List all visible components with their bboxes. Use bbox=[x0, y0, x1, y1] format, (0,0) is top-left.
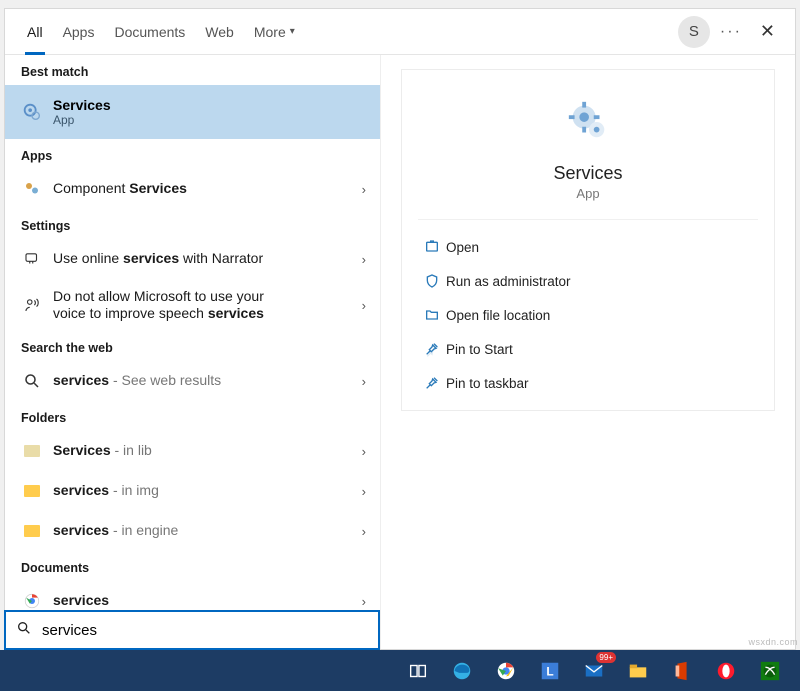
mail-badge: 99+ bbox=[596, 652, 616, 663]
action-pin-start[interactable]: Pin to Start bbox=[418, 332, 758, 366]
narrator-icon bbox=[21, 250, 43, 268]
task-view-icon[interactable] bbox=[398, 650, 438, 691]
open-icon bbox=[418, 239, 446, 255]
chevron-right-icon: › bbox=[362, 484, 366, 499]
result-folder-img[interactable]: services - in img › bbox=[5, 471, 380, 511]
result-speech-services[interactable]: Do not allow Microsoft to use yourvoice … bbox=[5, 279, 380, 331]
result-web-services[interactable]: services - See web results › bbox=[5, 361, 380, 401]
office-icon[interactable] bbox=[662, 650, 702, 691]
tabs-bar: All Apps Documents Web More▾ S ··· ✕ bbox=[5, 9, 795, 55]
tab-apps[interactable]: Apps bbox=[53, 9, 105, 55]
section-best-match: Best match bbox=[5, 55, 380, 85]
result-folder-lib[interactable]: Services - in lib › bbox=[5, 431, 380, 471]
services-hero-icon bbox=[565, 98, 611, 149]
preview-sub: App bbox=[576, 186, 599, 201]
speech-icon bbox=[21, 296, 43, 314]
xbox-icon[interactable] bbox=[750, 650, 790, 691]
tab-web[interactable]: Web bbox=[195, 9, 244, 55]
services-gear-icon bbox=[21, 101, 43, 123]
result-folder-engine[interactable]: services - in engine › bbox=[5, 511, 380, 551]
result-narrator-services[interactable]: Use online services with Narrator › bbox=[5, 239, 380, 279]
action-run-admin[interactable]: Run as administrator bbox=[418, 264, 758, 298]
folder-location-icon bbox=[418, 307, 446, 323]
admin-shield-icon bbox=[418, 273, 446, 289]
best-match-title: Services bbox=[53, 97, 111, 113]
chevron-right-icon: › bbox=[362, 524, 366, 539]
edge-icon[interactable] bbox=[442, 650, 482, 691]
close-icon[interactable]: ✕ bbox=[752, 21, 783, 42]
chevron-right-icon: › bbox=[362, 252, 366, 267]
opera-icon[interactable] bbox=[706, 650, 746, 691]
action-open[interactable]: Open bbox=[418, 230, 758, 264]
pin-icon bbox=[418, 341, 446, 357]
action-pin-taskbar[interactable]: Pin to taskbar bbox=[418, 366, 758, 400]
chevron-right-icon: › bbox=[362, 298, 366, 313]
search-window: All Apps Documents Web More▾ S ··· ✕ Bes… bbox=[4, 8, 796, 650]
pin-icon bbox=[418, 375, 446, 391]
search-box[interactable] bbox=[4, 610, 380, 650]
taskbar: L 99+ bbox=[0, 650, 800, 691]
action-open-location[interactable]: Open file location bbox=[418, 298, 758, 332]
section-web: Search the web bbox=[5, 331, 380, 361]
preview-pane: Services App Open Run as administrator O… bbox=[381, 55, 795, 649]
chrome-icon[interactable] bbox=[486, 650, 526, 691]
more-options-icon[interactable]: ··· bbox=[720, 23, 742, 41]
watermark: wsxdn.com bbox=[748, 637, 798, 647]
search-input[interactable] bbox=[40, 621, 368, 640]
chevron-right-icon: › bbox=[362, 374, 366, 389]
app-l-icon[interactable]: L bbox=[530, 650, 570, 691]
preview-title: Services bbox=[553, 163, 622, 184]
best-match-item[interactable]: Services App bbox=[5, 85, 380, 139]
search-icon bbox=[16, 620, 32, 640]
chevron-right-icon: › bbox=[362, 182, 366, 197]
explorer-icon[interactable] bbox=[618, 650, 658, 691]
search-icon bbox=[21, 372, 43, 390]
mail-icon[interactable]: 99+ bbox=[574, 650, 614, 691]
section-settings: Settings bbox=[5, 209, 380, 239]
section-documents: Documents bbox=[5, 551, 380, 581]
folder-icon bbox=[21, 525, 43, 537]
section-apps: Apps bbox=[5, 139, 380, 169]
svg-text:L: L bbox=[546, 664, 553, 678]
folder-icon bbox=[21, 445, 43, 457]
chevron-right-icon: › bbox=[362, 594, 366, 609]
tab-documents[interactable]: Documents bbox=[104, 9, 195, 55]
section-folders: Folders bbox=[5, 401, 380, 431]
chrome-icon bbox=[21, 592, 43, 610]
chevron-right-icon: › bbox=[362, 444, 366, 459]
best-match-sub: App bbox=[53, 113, 111, 127]
folder-icon bbox=[21, 485, 43, 497]
user-avatar[interactable]: S bbox=[678, 16, 710, 48]
tab-all[interactable]: All bbox=[17, 9, 53, 55]
component-services-icon bbox=[21, 180, 43, 198]
results-list: Best match Services App Apps Component S… bbox=[5, 55, 381, 649]
chevron-down-icon: ▾ bbox=[290, 26, 295, 37]
result-component-services[interactable]: Component Services › bbox=[5, 169, 380, 209]
tab-more[interactable]: More▾ bbox=[244, 9, 305, 55]
